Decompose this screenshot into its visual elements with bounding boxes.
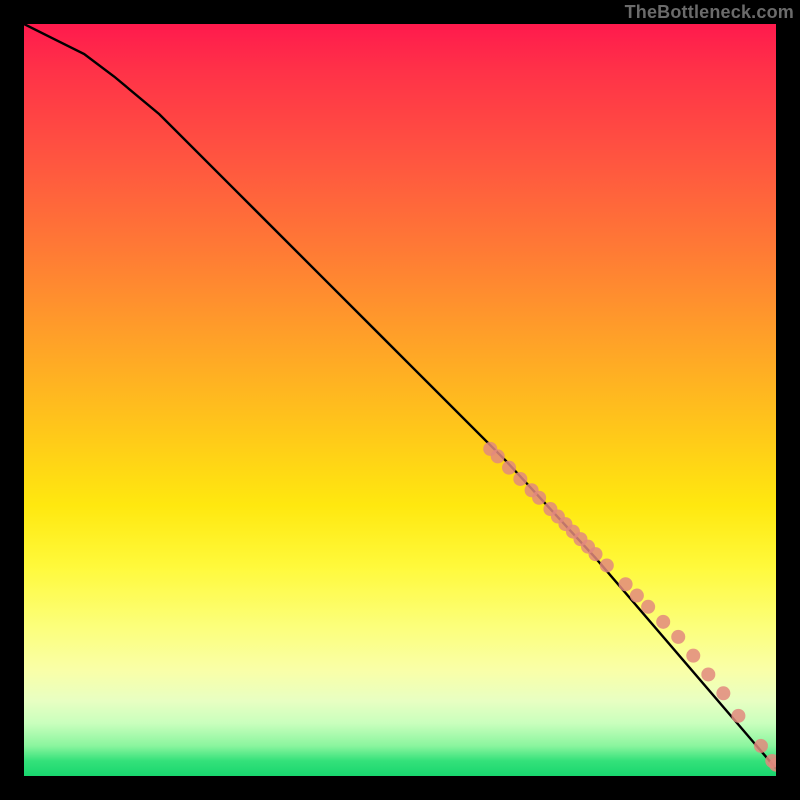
data-point (716, 686, 730, 700)
data-point (671, 630, 685, 644)
data-point (600, 558, 614, 572)
data-point (731, 709, 745, 723)
data-point (701, 667, 715, 681)
data-point (630, 589, 644, 603)
data-point (513, 472, 527, 486)
plot-area (24, 24, 776, 776)
data-point (686, 649, 700, 663)
trend-curve (24, 24, 776, 768)
data-point (502, 461, 516, 475)
data-point (641, 600, 655, 614)
data-point (532, 491, 546, 505)
data-point (754, 739, 768, 753)
chart-stage: TheBottleneck.com (0, 0, 800, 800)
data-point (619, 577, 633, 591)
chart-svg (24, 24, 776, 776)
data-point (491, 449, 505, 463)
points-layer (483, 442, 776, 772)
curve-layer (24, 24, 776, 768)
attribution-label: TheBottleneck.com (625, 2, 794, 23)
data-point (656, 615, 670, 629)
data-point (589, 547, 603, 561)
